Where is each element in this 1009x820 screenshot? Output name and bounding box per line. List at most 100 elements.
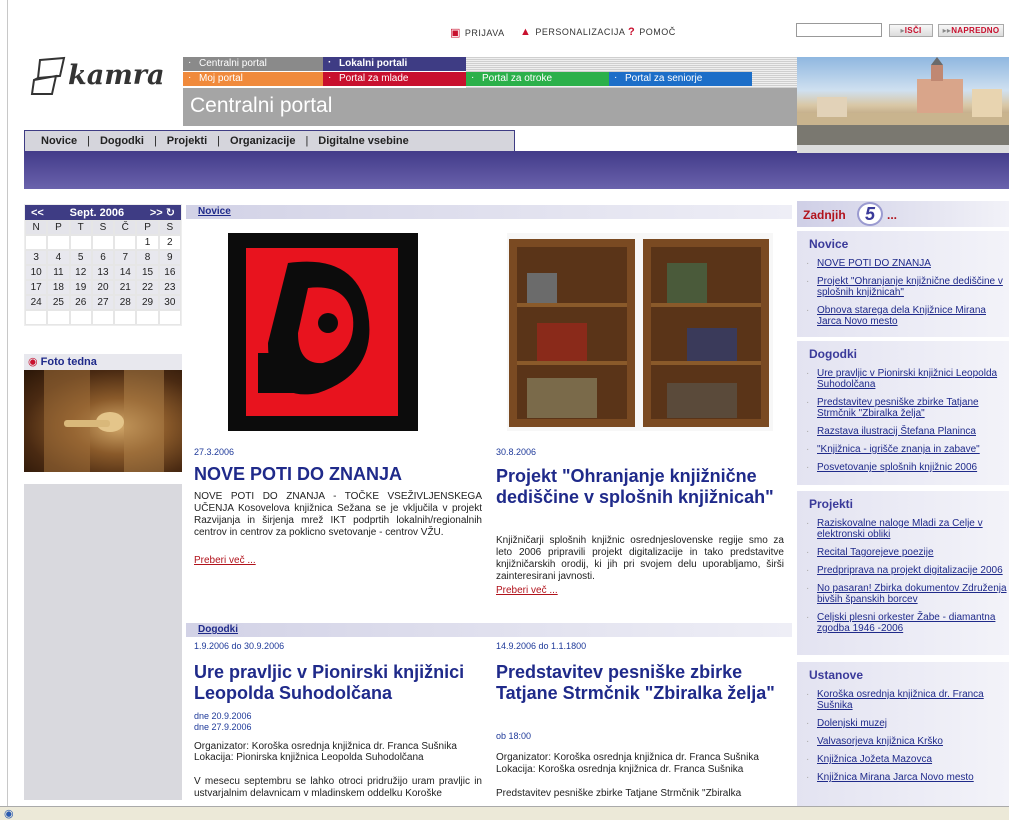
login-link[interactable]: ▣ PRIJAVA	[450, 26, 505, 39]
calendar-day[interactable]: 19	[69, 280, 92, 295]
calendar-day[interactable]: 23	[158, 280, 181, 295]
latest-event-item[interactable]: Predstavitev pesniške zbirke Tatjane Str…	[797, 397, 1009, 419]
tab-seniors-portal[interactable]: Portal za seniorje	[609, 71, 752, 86]
latest-event-item[interactable]: Ure pravljic v Pionirski knjižnici Leopo…	[797, 368, 1009, 390]
calendar-day	[91, 310, 115, 325]
calendar-day[interactable]: 18	[47, 280, 70, 295]
calendar-day[interactable]: 25	[47, 295, 70, 310]
latest-project-item[interactable]: Celjski plesni orkester Žabe - diamantna…	[797, 612, 1009, 634]
tab-kids-portal[interactable]: Portal za otroke	[466, 71, 609, 86]
news-date: 27.3.2006	[194, 447, 235, 457]
help-link[interactable]: ? POMOČ	[628, 26, 676, 38]
calendar-day[interactable]: 6	[91, 250, 115, 265]
nav-separator: |	[153, 135, 157, 147]
latest-institution-item[interactable]: Knjižnica Jožeta Mazovca	[797, 754, 1009, 765]
calendar-day[interactable]: 27	[91, 295, 115, 310]
event-body: Predstavitev pesniške zbirke Tatjane Str…	[496, 788, 742, 799]
calendar-day[interactable]: 9	[158, 250, 181, 265]
latest-project-item[interactable]: No pasaran! Zbirka dokumentov Združenja …	[797, 583, 1009, 605]
calendar-day[interactable]: 28	[114, 295, 137, 310]
nav-events[interactable]: Dogodki	[100, 135, 144, 147]
calendar-day	[25, 235, 48, 250]
nav-separator: |	[217, 135, 221, 147]
calendar-day[interactable]: 26	[69, 295, 92, 310]
search-input[interactable]	[796, 23, 882, 37]
news-body: NOVE POTI DO ZNANJA - TOČKE VSEŽIVLJENSK…	[194, 491, 482, 538]
calendar-day[interactable]: 3	[25, 250, 48, 265]
advanced-search-button[interactable]: ▸▸ NAPREDNO	[938, 24, 1004, 37]
calendar-day	[91, 235, 115, 250]
event-title[interactable]: Ure pravljic v Pionirski knjižnici Leopo…	[194, 662, 486, 704]
window-edge	[0, 0, 8, 820]
news-title[interactable]: NOVE POTI DO ZNANJA	[194, 464, 484, 485]
read-more-label: Preberi več ...	[496, 585, 558, 596]
latest-event-item[interactable]: Razstava ilustracij Štefana Planinca	[797, 426, 1009, 437]
calendar-day[interactable]: 15	[136, 265, 159, 280]
calendar-day[interactable]: 30	[158, 295, 181, 310]
event-title[interactable]: Predstavitev pesniške zbirke Tatjane Str…	[496, 662, 788, 704]
ie-page-icon: ◉	[4, 808, 14, 820]
read-more-link[interactable]: Preberi več ...	[194, 555, 256, 567]
tab-youth-portal[interactable]: Portal za mlade	[323, 71, 466, 86]
latest-institution-item[interactable]: Koroška osrednja knjižnica dr. Franca Su…	[797, 689, 1009, 711]
latest-news-item[interactable]: NOVE POTI DO ZNANJA	[797, 258, 1009, 269]
calendar-day[interactable]: 7	[114, 250, 137, 265]
calendar-next-button[interactable]: >> ↻	[150, 206, 175, 219]
calendar-day[interactable]: 17	[25, 280, 48, 295]
latest-institution-item[interactable]: Knjižnica Mirana Jarca Novo mesto	[797, 772, 1009, 783]
read-more-link[interactable]: Preberi več ...	[496, 585, 558, 597]
calendar-day[interactable]: 11	[47, 265, 70, 280]
latest-institution-item[interactable]: Valvasorjeva knjižnica Krško	[797, 736, 1009, 747]
calendar-day[interactable]: 8	[136, 250, 159, 265]
latest-news-item[interactable]: Obnova starega dela Knjižnice Mirana Jar…	[797, 305, 1009, 327]
personalization-link[interactable]: ▲ PERSONALIZACIJA	[520, 26, 625, 38]
latest-event-item[interactable]: Posvetovanje splošnih knjižnic 2006	[797, 462, 1009, 473]
latest-news-item[interactable]: Projekt "Ohranjanje knjižnične dediščine…	[797, 276, 1009, 298]
news-section-header[interactable]: Novice	[186, 205, 792, 219]
events-section-header[interactable]: Dogodki	[186, 623, 792, 637]
nav-news[interactable]: Novice	[41, 135, 77, 147]
photo-of-week-label: Foto tedna	[40, 356, 97, 368]
news-image-2[interactable]	[507, 233, 773, 431]
latest-project-item[interactable]: Raziskovalne naloge Mladi za Celje v ele…	[797, 518, 1009, 540]
latest-count-badge: 5	[857, 202, 883, 226]
calendar-day[interactable]: 4	[47, 250, 70, 265]
photo-of-week-image[interactable]	[24, 370, 182, 472]
event-body: V mesecu septembru se lahko otroci pridr…	[194, 776, 482, 799]
door-handle-photo-icon	[44, 370, 164, 472]
nav-organizations[interactable]: Organizacije	[230, 135, 295, 147]
latest-institution-item[interactable]: Dolenjski muzej	[797, 718, 1009, 729]
kamra-logo[interactable]: kamra	[30, 54, 180, 98]
tab-central-portal[interactable]: Centralni portal	[183, 56, 323, 71]
calendar-day[interactable]: 22	[136, 280, 159, 295]
calendar-day[interactable]: 20	[91, 280, 115, 295]
tab-local-portals[interactable]: Lokalni portali	[323, 56, 466, 71]
calendar-prev-button[interactable]: <<	[31, 207, 44, 219]
weekday: N	[25, 220, 48, 235]
latest-group-title: Projekti	[809, 497, 854, 511]
latest-events-box: Dogodki Ure pravljic v Pionirski knjižni…	[797, 339, 1009, 485]
latest-event-item[interactable]: "Knjižnica - igrišče znanja in zabave"	[797, 444, 1009, 455]
tab-my-portal[interactable]: Moj portal	[183, 71, 323, 86]
calendar-day[interactable]: 10	[25, 265, 48, 280]
calendar-day[interactable]: 2	[158, 235, 181, 250]
news-title[interactable]: Projekt "Ohranjanje knjižnične dediščine…	[496, 466, 788, 508]
calendar-day[interactable]: 5	[69, 250, 92, 265]
calendar-day[interactable]: 29	[136, 295, 159, 310]
search-button[interactable]: ▸ ISČI	[889, 24, 933, 37]
calendar-day	[47, 310, 70, 325]
calendar-day[interactable]: 14	[114, 265, 137, 280]
refresh-icon[interactable]: ↻	[166, 207, 175, 219]
calendar-day[interactable]: 16	[158, 265, 181, 280]
weekday: T	[69, 220, 92, 235]
latest-project-item[interactable]: Predpriprava na projekt digitalizacije 2…	[797, 565, 1009, 576]
calendar-day[interactable]: 1	[136, 235, 159, 250]
nav-projects[interactable]: Projekti	[167, 135, 207, 147]
nav-digital-content[interactable]: Digitalne vsebine	[318, 135, 408, 147]
calendar-day[interactable]: 24	[25, 295, 48, 310]
latest-project-item[interactable]: Recital Tagorejeve poezije	[797, 547, 1009, 558]
calendar-day[interactable]: 21	[114, 280, 137, 295]
calendar-day[interactable]: 13	[91, 265, 115, 280]
calendar-day[interactable]: 12	[69, 265, 92, 280]
news-image-1[interactable]	[228, 233, 418, 431]
